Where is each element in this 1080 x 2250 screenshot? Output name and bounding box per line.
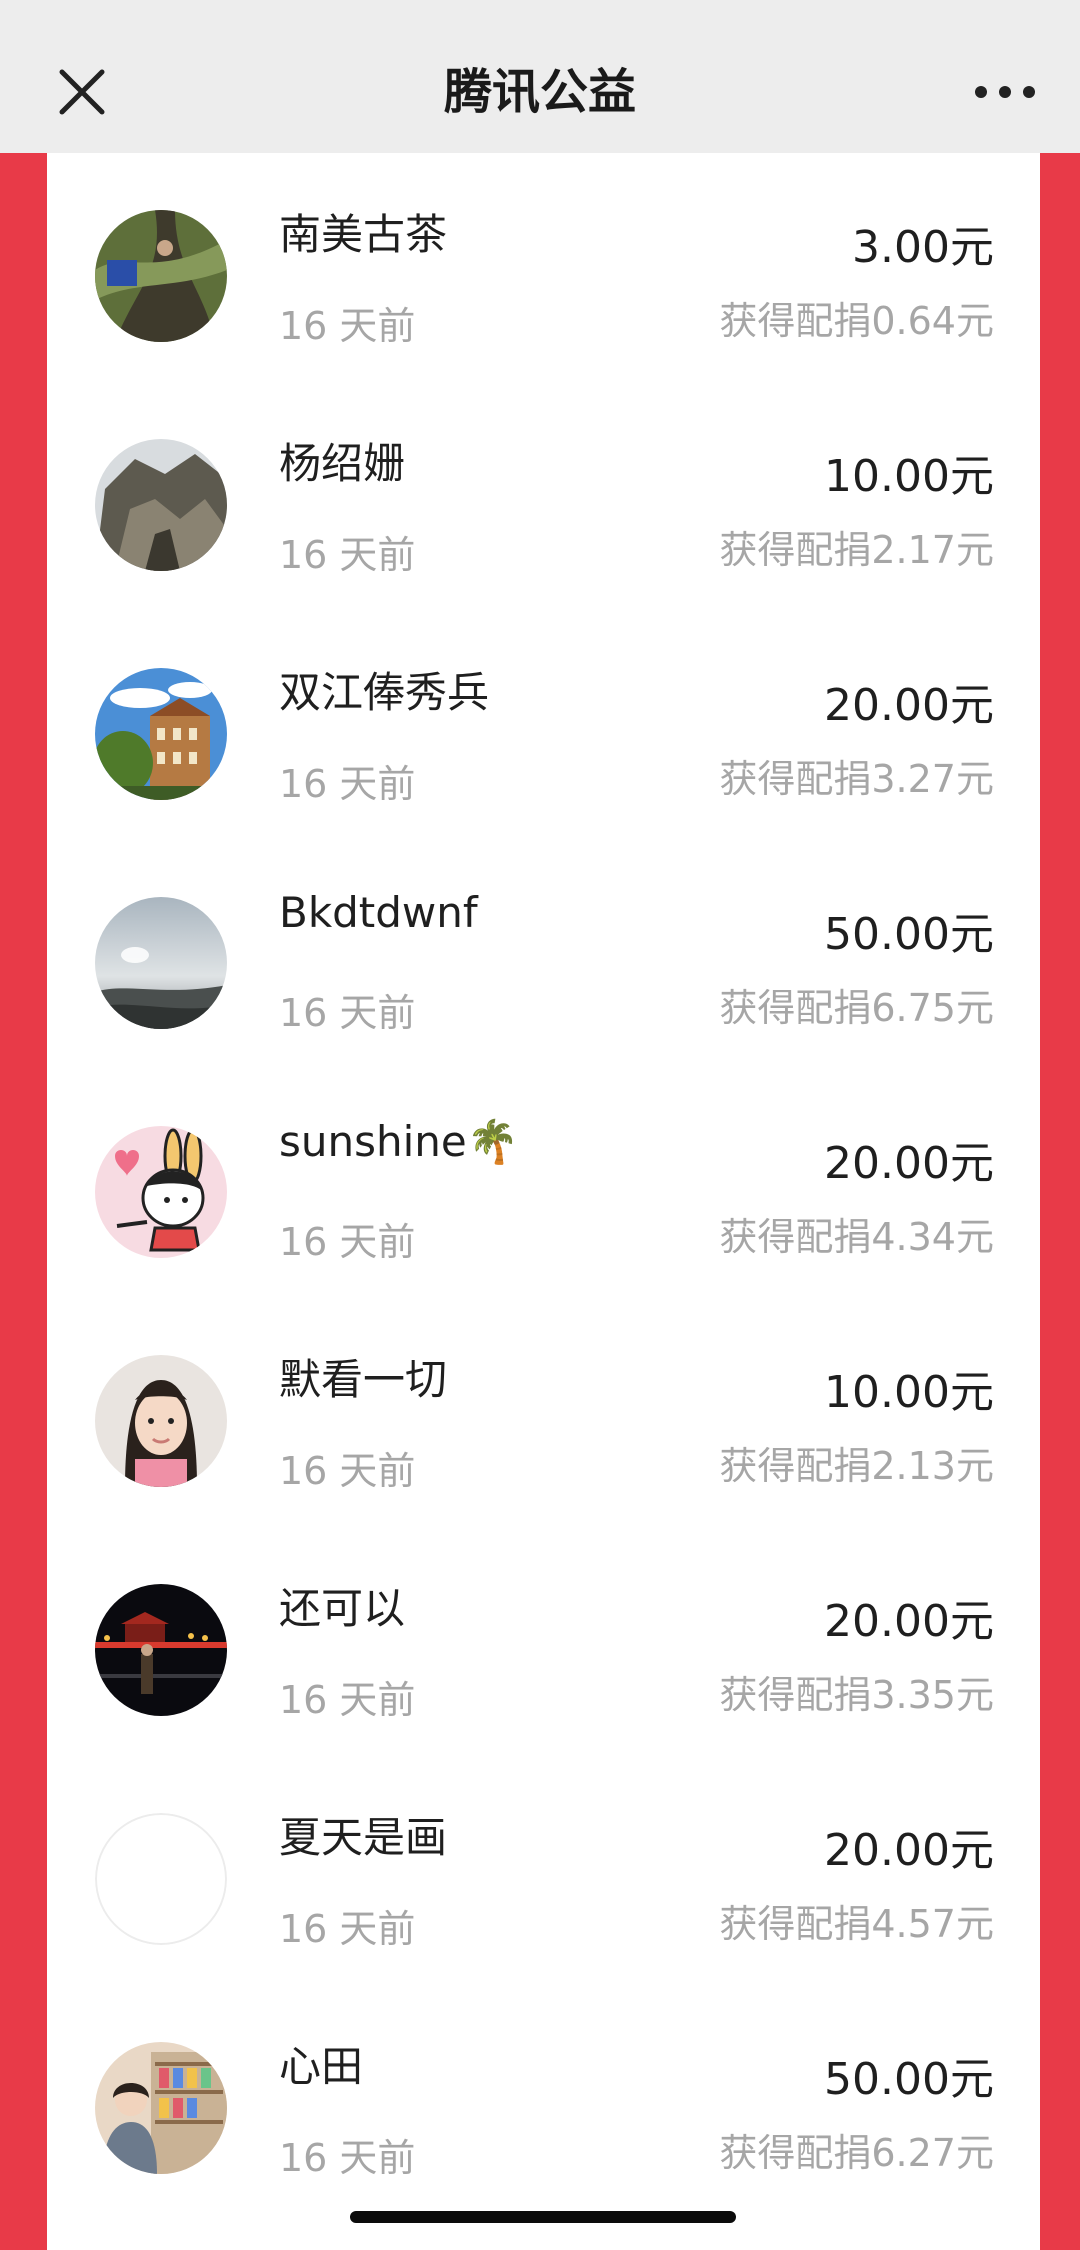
- donor-name: 南美古茶: [279, 210, 448, 259]
- avatar: [95, 1355, 227, 1487]
- donation-row[interactable]: Bkdtdwnf 16 天前 50.00元 获得配捐6.75元: [47, 840, 1040, 1069]
- donation-time: 16 天前: [279, 1449, 416, 1493]
- donor-name: 心田: [279, 2042, 364, 2091]
- donor-name: 还可以: [279, 1584, 406, 1633]
- avatar: [95, 1813, 227, 1945]
- donation-row[interactable]: 默看一切 16 天前 10.00元 获得配捐2.13元: [47, 1298, 1040, 1527]
- matched-amount: 获得配捐2.13元: [719, 1444, 994, 1488]
- avatar: [95, 1126, 227, 1258]
- avatar: [95, 1584, 227, 1716]
- close-button[interactable]: [50, 60, 114, 124]
- donation-amount: 20.00元: [824, 1596, 994, 1647]
- matched-amount: 获得配捐3.27元: [719, 757, 994, 801]
- donor-name: Bkdtdwnf: [279, 888, 478, 937]
- more-dots-icon: [975, 86, 1035, 98]
- page-title: 腾讯公益: [443, 64, 636, 120]
- donation-amount: 3.00元: [852, 222, 994, 273]
- close-icon: [59, 69, 105, 115]
- donor-name: 夏天是画: [279, 1813, 448, 1862]
- donor-name: 双江俸秀兵: [279, 668, 490, 717]
- more-button[interactable]: [972, 72, 1038, 112]
- avatar: [95, 439, 227, 571]
- matched-amount: 获得配捐0.64元: [719, 299, 994, 343]
- donation-row[interactable]: 双江俸秀兵 16 天前 20.00元 获得配捐3.27元: [47, 611, 1040, 840]
- donation-time: 16 天前: [279, 2136, 416, 2180]
- donation-amount: 10.00元: [824, 451, 994, 502]
- avatar: [95, 210, 227, 342]
- donation-time: 16 天前: [279, 304, 416, 348]
- donation-time: 16 天前: [279, 762, 416, 806]
- avatar: [95, 668, 227, 800]
- donation-row[interactable]: 夏天是画 16 天前 20.00元 获得配捐4.57元: [47, 1756, 1040, 1985]
- donation-amount: 20.00元: [824, 1825, 994, 1876]
- donor-name: 杨绍姗: [279, 439, 406, 488]
- home-indicator[interactable]: [350, 2211, 736, 2223]
- avatar: [95, 2042, 227, 2174]
- matched-amount: 获得配捐6.75元: [719, 986, 994, 1030]
- donor-name: sunshine🌴: [279, 1117, 520, 1166]
- top-bar: 腾讯公益: [0, 0, 1080, 153]
- donation-row[interactable]: 心田 16 天前 50.00元 获得配捐6.27元: [47, 1985, 1040, 2214]
- donation-row[interactable]: sunshine🌴 16 天前 20.00元 获得配捐4.34元: [47, 1069, 1040, 1298]
- donation-row[interactable]: 南美古茶 16 天前 3.00元 获得配捐0.64元: [47, 153, 1040, 382]
- donor-name: 默看一切: [279, 1355, 448, 1404]
- donation-time: 16 天前: [279, 533, 416, 577]
- donation-list: 南美古茶 16 天前 3.00元 获得配捐0.64元 杨绍姗 16 天前 10.…: [47, 153, 1040, 2214]
- donation-time: 16 天前: [279, 1907, 416, 1951]
- donation-amount: 20.00元: [824, 1138, 994, 1189]
- matched-amount: 获得配捐4.34元: [719, 1215, 994, 1259]
- donation-time: 16 天前: [279, 991, 416, 1035]
- donation-panel: 南美古茶 16 天前 3.00元 获得配捐0.64元 杨绍姗 16 天前 10.…: [47, 153, 1040, 2250]
- donation-amount: 20.00元: [824, 680, 994, 731]
- donation-row[interactable]: 杨绍姗 16 天前 10.00元 获得配捐2.17元: [47, 382, 1040, 611]
- donation-amount: 50.00元: [824, 909, 994, 960]
- donation-time: 16 天前: [279, 1220, 416, 1264]
- donation-amount: 10.00元: [824, 1367, 994, 1418]
- matched-amount: 获得配捐3.35元: [719, 1673, 994, 1717]
- matched-amount: 获得配捐2.17元: [719, 528, 994, 572]
- donation-time: 16 天前: [279, 1678, 416, 1722]
- matched-amount: 获得配捐4.57元: [719, 1902, 994, 1946]
- donation-row[interactable]: 还可以 16 天前 20.00元 获得配捐3.35元: [47, 1527, 1040, 1756]
- matched-amount: 获得配捐6.27元: [719, 2131, 994, 2175]
- avatar: [95, 897, 227, 1029]
- donation-amount: 50.00元: [824, 2054, 994, 2105]
